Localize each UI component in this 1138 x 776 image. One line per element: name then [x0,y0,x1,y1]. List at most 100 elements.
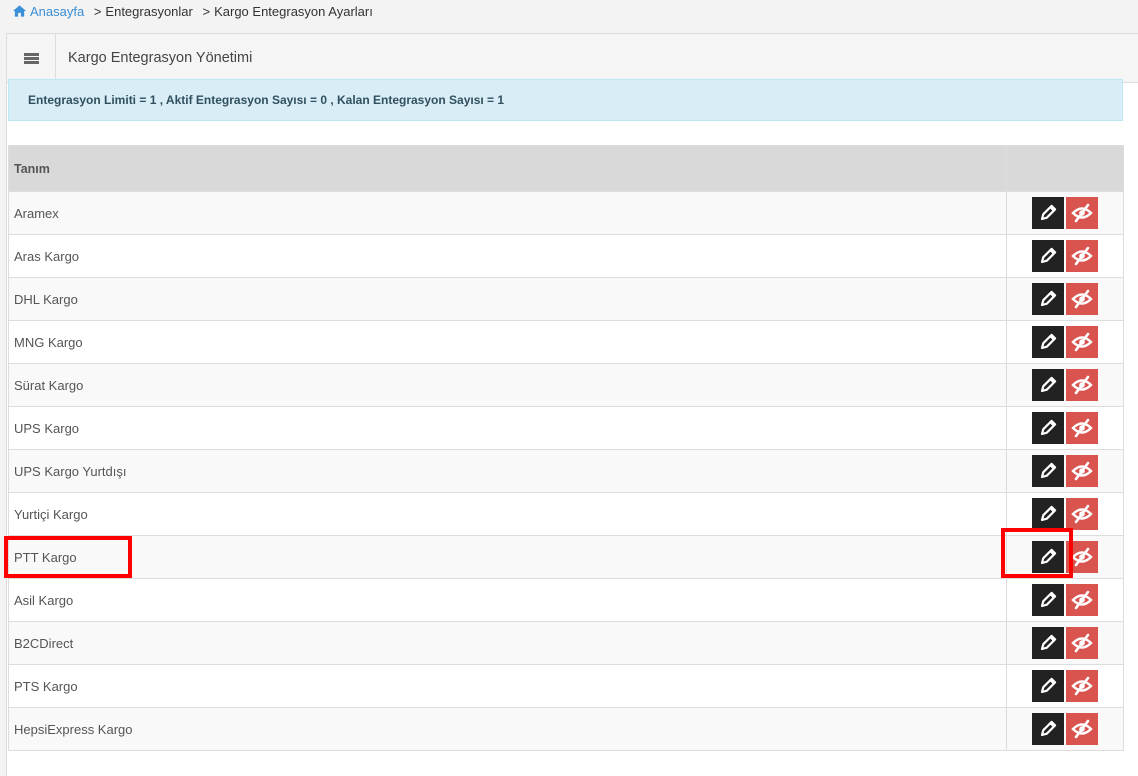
table-row: Asil Kargo [8,578,1124,622]
hamburger-icon [23,52,39,64]
table-row: UPS Kargo Yurtdışı [8,449,1124,493]
edit-button[interactable] [1032,627,1064,659]
pencil-icon [1040,462,1057,479]
pencil-icon [1040,333,1057,350]
cargo-name-cell: Aramex [8,191,1007,235]
hide-button[interactable] [1066,412,1098,444]
table-row: MNG Kargo [8,320,1124,364]
pencil-icon [1040,591,1057,608]
pencil-icon [1040,419,1057,436]
hide-button[interactable] [1066,197,1098,229]
hide-button[interactable] [1066,541,1098,573]
edit-button[interactable] [1032,326,1064,358]
cargo-name-cell: UPS Kargo Yurtdışı [8,449,1007,493]
row-actions-cell [1006,664,1124,708]
row-actions-cell [1006,363,1124,407]
hide-button[interactable] [1066,240,1098,272]
table-row: HepsiExpress Kargo [8,707,1124,751]
hide-button[interactable] [1066,369,1098,401]
eye-slash-icon [1071,246,1093,266]
column-header-name[interactable]: Tanım [8,145,1007,192]
table-row: B2CDirect [8,621,1124,665]
hide-button[interactable] [1066,326,1098,358]
menu-toggle-button[interactable] [7,34,56,82]
breadcrumb: Anasayfa > Entegrasyonlar > Kargo Entegras… [12,0,373,28]
eye-slash-icon [1071,332,1093,352]
panel-header: Kargo Entegrasyon Yönetimi [7,34,1138,83]
eye-slash-icon [1071,203,1093,223]
row-actions-cell [1006,191,1124,235]
edit-button[interactable] [1032,541,1064,573]
hide-button[interactable] [1066,455,1098,487]
cargo-name-cell: HepsiExpress Kargo [8,707,1007,751]
edit-button[interactable] [1032,197,1064,229]
breadcrumb-home-link[interactable]: Anasayfa [12,4,88,19]
edit-button[interactable] [1032,455,1064,487]
row-actions-cell [1006,535,1124,579]
cargo-name-cell: Sürat Kargo [8,363,1007,407]
row-actions-cell [1006,578,1124,622]
hide-button[interactable] [1066,713,1098,745]
breadcrumb-separator: > [202,4,211,19]
hide-button[interactable] [1066,283,1098,315]
edit-button[interactable] [1032,412,1064,444]
eye-slash-icon [1071,461,1093,481]
pencil-icon [1040,720,1057,737]
column-header-actions [1006,145,1124,192]
eye-slash-icon [1071,375,1093,395]
pencil-icon [1040,376,1057,393]
edit-button[interactable] [1032,713,1064,745]
eye-slash-icon [1071,633,1093,653]
pencil-icon [1040,548,1057,565]
row-actions-cell [1006,492,1124,536]
row-actions-cell [1006,621,1124,665]
cargo-name-cell: PTT Kargo [8,535,1007,579]
pencil-icon [1040,677,1057,694]
row-actions-cell [1006,320,1124,364]
cargo-name-cell: MNG Kargo [8,320,1007,364]
cargo-name-cell: Asil Kargo [8,578,1007,622]
edit-button[interactable] [1032,670,1064,702]
eye-slash-icon [1071,418,1093,438]
breadcrumb-home-label[interactable]: Anasayfa [30,4,84,19]
table-row: Yurtiçi Kargo [8,492,1124,536]
cargo-name-cell: B2CDirect [8,621,1007,665]
pencil-icon [1040,247,1057,264]
table-row: Aras Kargo [8,234,1124,278]
hide-button[interactable] [1066,498,1098,530]
breadcrumb-item-integrations[interactable]: Entegrasyonlar [105,4,192,19]
pencil-icon [1040,505,1057,522]
breadcrumb-item-cargo-settings: Kargo Entegrasyon Ayarları [214,4,373,19]
eye-slash-icon [1071,719,1093,739]
table-row: PTS Kargo [8,664,1124,708]
cargo-name-cell: DHL Kargo [8,277,1007,321]
edit-button[interactable] [1032,240,1064,272]
edit-button[interactable] [1032,584,1064,616]
row-actions-cell [1006,277,1124,321]
hide-button[interactable] [1066,670,1098,702]
eye-slash-icon [1071,547,1093,567]
breadcrumb-separator: > [93,4,102,19]
hide-button[interactable] [1066,584,1098,616]
row-actions-cell [1006,707,1124,751]
hide-button[interactable] [1066,627,1098,659]
row-actions-cell [1006,449,1124,493]
table-row: Aramex [8,191,1124,235]
cargo-name-cell: UPS Kargo [8,406,1007,450]
eye-slash-icon [1071,676,1093,696]
eye-slash-icon [1071,504,1093,524]
edit-button[interactable] [1032,283,1064,315]
eye-slash-icon [1071,590,1093,610]
row-actions-cell [1006,406,1124,450]
eye-slash-icon [1071,289,1093,309]
row-actions-cell [1006,234,1124,278]
table-row: PTT Kargo [8,535,1124,579]
edit-button[interactable] [1032,498,1064,530]
table-row: Sürat Kargo [8,363,1124,407]
pencil-icon [1040,290,1057,307]
pencil-icon [1040,204,1057,221]
home-icon [12,5,27,17]
edit-button[interactable] [1032,369,1064,401]
table-row: DHL Kargo [8,277,1124,321]
table-header-row: Tanım [8,145,1124,192]
